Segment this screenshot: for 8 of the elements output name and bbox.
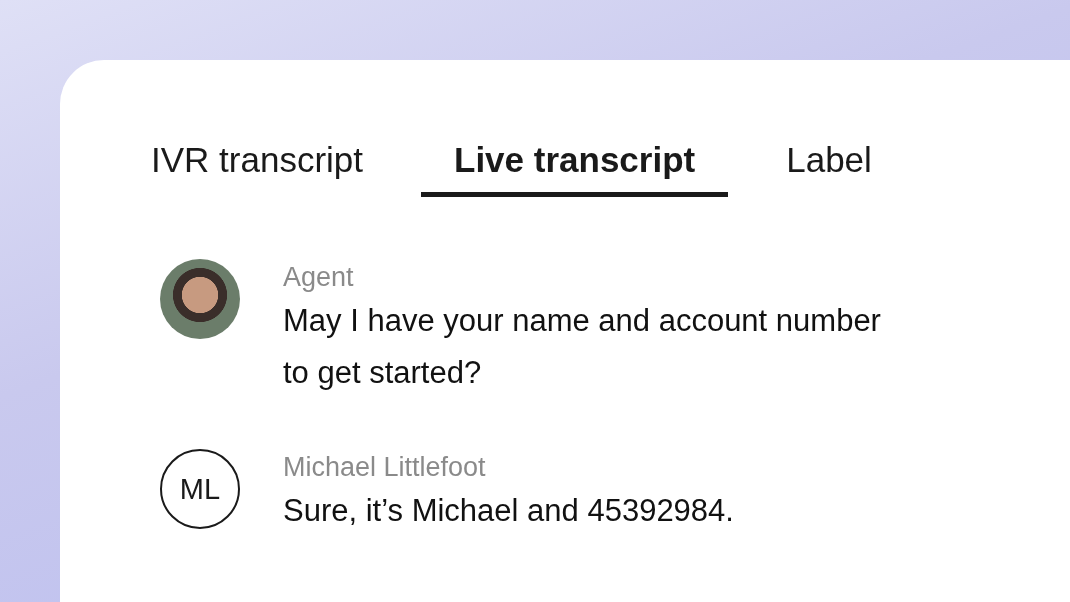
- tab[interactable]: IVR transcript: [118, 138, 396, 197]
- message-text: Sure, it’s Michael and 45392984.: [283, 492, 735, 530]
- tab[interactable]: Label: [753, 138, 905, 197]
- tab[interactable]: Live transcript: [421, 138, 729, 197]
- speaker-name: Michael Littlefoot: [283, 451, 487, 484]
- speaker-name: Agent: [283, 261, 355, 294]
- message-text: May I have your name and account number to get started?: [283, 302, 882, 392]
- avatar-initials: ML: [160, 449, 240, 529]
